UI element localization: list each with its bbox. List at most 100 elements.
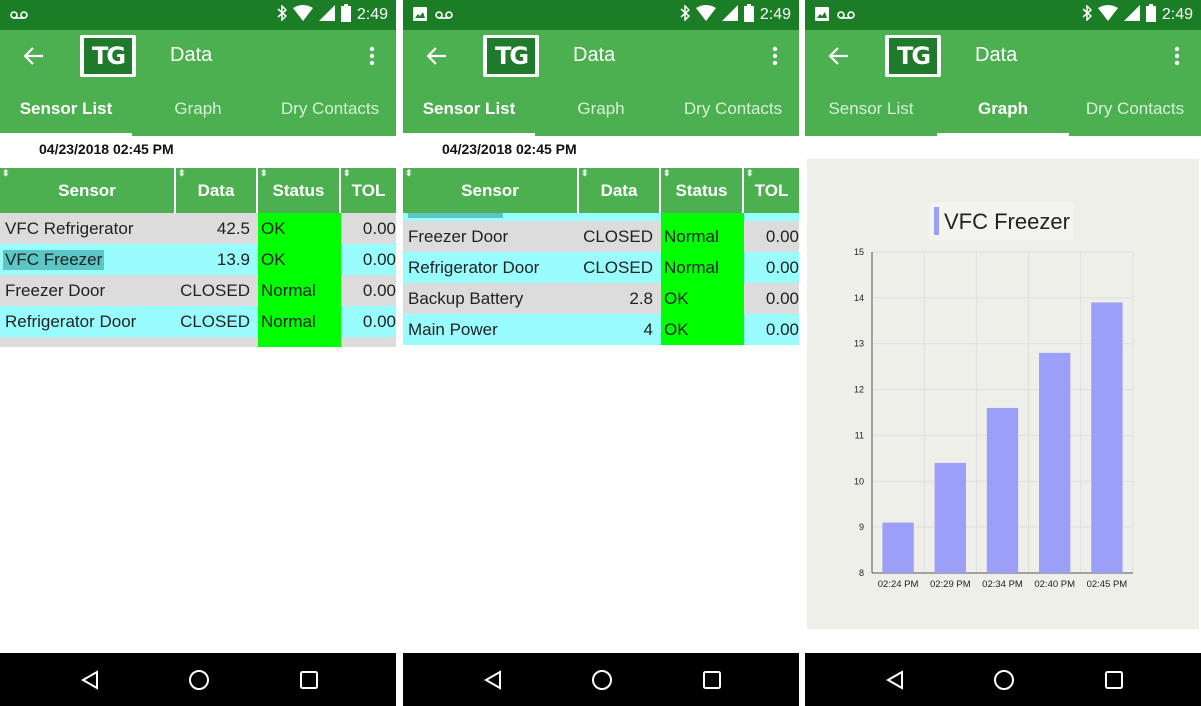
nav-back-icon[interactable]	[77, 667, 103, 693]
table-row[interactable]: Refrigerator Door CLOSED Normal 0.00	[0, 306, 396, 337]
tab-sensor-list[interactable]: Sensor List	[805, 82, 937, 136]
table-row[interactable]: Freezer Door CLOSED Normal 0.00	[403, 221, 799, 252]
column-header-sensor[interactable]: ⬍ Sensor	[403, 168, 579, 213]
y-tick-label: 12	[854, 385, 864, 395]
nav-recents-icon[interactable]	[1101, 667, 1127, 693]
screen-sensor-list-2: 2:49 TG Data Sensor List Graph Dry Conta…	[403, 0, 799, 706]
voicemail-icon	[837, 7, 855, 23]
bar-chart[interactable]: 8 9 10 11 12 13 14 15 02:24 PM 02:29 PM 02:34 PM 02…	[807, 159, 1199, 629]
cell-sensor: Refrigerator Door	[408, 257, 540, 277]
column-header-data[interactable]: ⬍ Data	[176, 168, 258, 213]
bar	[934, 462, 966, 573]
back-arrow-icon[interactable]	[20, 42, 48, 70]
x-tick-label: 02:40 PM	[1034, 579, 1075, 590]
tab-dry-contacts[interactable]: Dry Contacts	[667, 82, 799, 136]
table-row[interactable]: Freezer Door CLOSED Normal 0.00	[0, 275, 396, 306]
table-row-partial	[403, 213, 799, 221]
cell-data: CLOSED	[583, 226, 653, 246]
bluetooth-icon	[680, 4, 690, 25]
sensor-table: ⬍ Sensor ⬍ Data ⬍ Status ⬍ TOL VFC Refrigera…	[0, 168, 396, 347]
cell-sensor: Main Power	[408, 319, 498, 339]
back-arrow-icon[interactable]	[423, 42, 451, 70]
sort-icon: ⬍	[2, 168, 10, 178]
cell-status: OK	[661, 314, 744, 345]
cell-data: CLOSED	[180, 280, 250, 300]
y-tick-label: 14	[854, 293, 864, 303]
tab-sensor-list[interactable]: Sensor List	[403, 82, 535, 136]
app-bar: TG Data	[403, 30, 799, 82]
cell-status: OK	[258, 244, 341, 275]
x-tick-label: 02:45 PM	[1087, 579, 1128, 590]
nav-home-icon[interactable]	[991, 667, 1017, 693]
wifi-icon	[695, 5, 716, 25]
cell-tol: 0.00	[362, 311, 396, 331]
cell-sensor: VFC Freezer	[0, 244, 176, 275]
overflow-menu-icon[interactable]	[765, 42, 785, 70]
table-row-partial	[0, 337, 396, 347]
sort-icon: ⬍	[178, 168, 186, 178]
column-header-sensor[interactable]: ⬍ Sensor	[0, 168, 176, 213]
x-tick-label: 02:24 PM	[878, 579, 919, 590]
column-header-status[interactable]: ⬍ Status	[258, 168, 341, 213]
sort-icon: ⬍	[746, 168, 754, 178]
overflow-menu-icon[interactable]	[1167, 42, 1187, 70]
cell-data: 4	[643, 319, 653, 339]
nav-back-icon[interactable]	[882, 667, 908, 693]
table-row[interactable]: Refrigerator Door CLOSED Normal 0.00	[403, 252, 799, 283]
cell-status: Normal	[661, 252, 744, 283]
page-title: Data	[573, 44, 616, 66]
bar	[1039, 352, 1071, 573]
app-bar: TG Data	[805, 30, 1201, 82]
cell-tol: 0.00	[362, 280, 396, 300]
tab-graph[interactable]: Graph	[535, 82, 667, 136]
sort-icon: ⬍	[581, 168, 589, 178]
sort-icon: ⬍	[663, 168, 671, 178]
bar	[986, 407, 1019, 573]
back-arrow-icon[interactable]	[825, 42, 853, 70]
tab-bar: Sensor List Graph Dry Contacts	[0, 82, 396, 136]
legend-swatch	[934, 207, 939, 235]
bar	[882, 522, 914, 573]
logo-text: TG	[84, 38, 132, 74]
table-row[interactable]: Main Power 4 OK 0.00	[403, 314, 799, 345]
wifi-icon	[1097, 5, 1118, 25]
column-header-tol[interactable]: ⬍ TOL	[341, 168, 396, 213]
nav-recents-icon[interactable]	[699, 667, 725, 693]
table-row[interactable]: VFC Freezer 13.9 OK 0.00	[0, 244, 396, 275]
y-tick-label: 8	[859, 568, 864, 578]
nav-home-icon[interactable]	[589, 667, 615, 693]
image-icon	[413, 6, 427, 24]
y-tick-label: 10	[854, 476, 864, 486]
tab-sensor-list[interactable]: Sensor List	[0, 82, 132, 136]
y-tick-label: 11	[855, 430, 864, 440]
overflow-menu-icon[interactable]	[362, 42, 382, 70]
chart-panel: 8 9 10 11 12 13 14 15 02:24 PM 02:29 PM 02:34 PM 02…	[807, 159, 1199, 629]
column-header-tol[interactable]: ⬍ TOL	[744, 168, 799, 213]
y-tick-label: 9	[859, 522, 864, 532]
tab-dry-contacts[interactable]: Dry Contacts	[1069, 82, 1201, 136]
app-bar: TG Data	[0, 30, 396, 82]
tab-graph[interactable]: Graph	[132, 82, 264, 136]
nav-recents-icon[interactable]	[296, 667, 322, 693]
cell-data: CLOSED	[583, 257, 653, 277]
tab-dry-contacts[interactable]: Dry Contacts	[264, 82, 396, 136]
cell-status: OK	[258, 213, 341, 244]
column-header-status[interactable]: ⬍ Status	[661, 168, 744, 213]
y-tick-label: 13	[854, 339, 864, 349]
column-header-data[interactable]: ⬍ Data	[579, 168, 661, 213]
bar	[1091, 302, 1123, 573]
cell-status: Normal	[258, 306, 341, 337]
sort-icon: ⬍	[405, 168, 413, 178]
page-title: Data	[975, 44, 1018, 66]
table-row[interactable]: Backup Battery 2.8 OK 0.00	[403, 283, 799, 314]
nav-back-icon[interactable]	[480, 667, 506, 693]
y-tick-label: 15	[854, 247, 864, 257]
tab-graph[interactable]: Graph	[937, 82, 1069, 136]
status-time: 2:49	[356, 6, 388, 23]
sort-icon: ⬍	[260, 168, 268, 178]
battery-icon	[743, 4, 754, 26]
nav-home-icon[interactable]	[186, 667, 212, 693]
cell-data: 2.8	[629, 288, 653, 308]
cell-sensor: VFC Refrigerator	[5, 218, 134, 238]
table-row[interactable]: VFC Refrigerator 42.5 OK 0.00	[0, 213, 396, 244]
